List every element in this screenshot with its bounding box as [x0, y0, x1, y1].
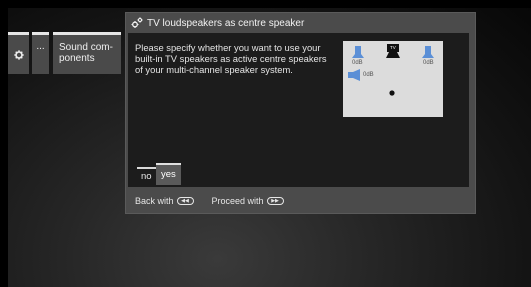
breadcrumb-sound-components[interactable]: Sound com- ponents	[53, 32, 121, 74]
back-label: Back with	[135, 196, 174, 206]
breadcrumb-more-label: ...	[36, 41, 45, 52]
dialog-title: TV loudspeakers as centre speaker	[147, 17, 305, 29]
breadcrumb-more[interactable]: ...	[32, 32, 49, 74]
tv-label: TV	[390, 45, 396, 50]
centre-level: 0dB	[363, 72, 374, 78]
front-right-level: 0dB	[423, 60, 434, 66]
fast-forward-key-icon: ▶▶	[266, 197, 284, 205]
speaker-layout-diagram: 0dB TV 0dB 0dB	[343, 41, 443, 117]
option-yes[interactable]: yes	[156, 163, 181, 185]
gear-icon	[13, 49, 24, 60]
dialog-footer: Back with ◀◀ Proceed with ▶▶	[126, 191, 475, 211]
dialog-header: TV loudspeakers as centre speaker	[126, 13, 475, 33]
option-no[interactable]: no	[137, 167, 156, 183]
settings-gears-icon	[131, 17, 143, 28]
dialog-description: Please specify whether you want to use y…	[135, 42, 327, 75]
side-speaker-icon	[348, 69, 360, 81]
back-hint[interactable]: Back with ◀◀	[135, 196, 194, 206]
listener-position-icon	[389, 90, 395, 96]
front-left-speaker-icon	[352, 46, 364, 58]
proceed-label: Proceed with	[211, 196, 264, 206]
front-left-level: 0dB	[352, 60, 363, 66]
breadcrumb-settings[interactable]	[8, 32, 29, 74]
proceed-hint[interactable]: Proceed with ▶▶	[212, 196, 284, 206]
front-right-speaker-icon	[422, 46, 434, 58]
centre-speaker-dialog: TV loudspeakers as centre speaker Please…	[125, 12, 476, 214]
rewind-key-icon: ◀◀	[176, 197, 194, 205]
dialog-body: Please specify whether you want to use y…	[128, 33, 469, 187]
breadcrumb-sound-components-label: Sound com- ponents	[59, 42, 113, 64]
